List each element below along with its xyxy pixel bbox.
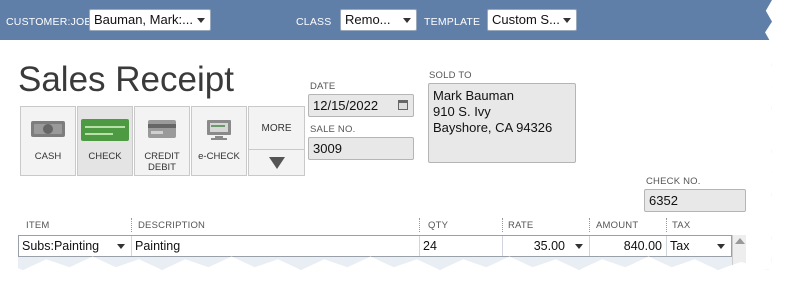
payment-echeck-button[interactable]: e-CHECK [191, 106, 247, 176]
more-label: MORE [261, 123, 292, 134]
triangle-down-icon[interactable] [269, 157, 285, 169]
credit-label: CREDIT [144, 151, 180, 162]
sold-to-line-2: 910 S. Ivy [433, 104, 491, 119]
customer-job-label: CUSTOMER:JOB [6, 16, 92, 28]
scroll-up-icon[interactable] [735, 238, 745, 244]
check-label: CHECK [88, 151, 122, 162]
chevron-down-icon[interactable] [117, 244, 125, 249]
column-header-amount[interactable]: AMOUNT [596, 220, 638, 231]
date-label: DATE [310, 81, 336, 92]
sold-to-field[interactable]: Mark Bauman 910 S. Ivy Bayshore, CA 9432… [428, 83, 576, 163]
amount-value: 840.00 [623, 239, 662, 253]
more-payment-methods-button[interactable]: MORE [248, 106, 305, 176]
date-field[interactable]: 12/15/2022 [308, 94, 414, 117]
check-no-field[interactable]: 6352 [644, 189, 746, 212]
sold-to-label: SOLD TO [429, 70, 472, 81]
template-label: TEMPLATE [424, 16, 481, 28]
class-dropdown[interactable]: Remo... [340, 9, 417, 31]
cash-label: CASH [34, 151, 62, 162]
item-cell[interactable]: Subs:Painting [19, 236, 132, 256]
column-separator [589, 218, 591, 232]
class-label: CLASS [296, 16, 332, 28]
description-value: Painting [135, 239, 181, 253]
sale-no-field[interactable]: 3009 [308, 137, 414, 160]
tax-cell[interactable]: Tax [667, 236, 731, 256]
echeck-icon [205, 119, 233, 144]
echeck-label: e-CHECK [198, 151, 240, 162]
column-header-rate[interactable]: RATE [508, 220, 533, 231]
chevron-down-icon [563, 18, 571, 23]
page-title: Sales Receipt [18, 60, 234, 99]
sale-no-label: SALE NO. [310, 124, 356, 135]
rate-value: 35.00 [533, 239, 565, 253]
calendar-icon[interactable] [398, 100, 408, 110]
debit-label: DEBIT [148, 162, 176, 173]
vertical-scrollbar[interactable] [732, 235, 746, 270]
payment-check-button[interactable]: CHECK [77, 106, 133, 176]
customer-job-value: Bauman, Mark:... [94, 12, 193, 27]
template-dropdown[interactable]: Custom S... [487, 9, 577, 31]
column-separator [419, 218, 421, 232]
template-value: Custom S... [492, 12, 560, 27]
payment-credit-debit-button[interactable]: CREDIT DEBIT [134, 106, 190, 176]
column-separator [666, 218, 668, 232]
amount-cell[interactable]: 840.00 [590, 236, 667, 256]
more-divider [249, 149, 304, 150]
check-icon [81, 119, 129, 144]
qty-cell[interactable]: 24 [420, 236, 503, 256]
column-header-description[interactable]: DESCRIPTION [138, 220, 205, 231]
qty-value: 24 [423, 239, 437, 253]
header-bar: CUSTOMER:JOB Bauman, Mark:... CLASS Remo… [0, 0, 772, 40]
table-row[interactable]: Subs:Painting Painting 24 35.00 840.00 T… [18, 235, 732, 257]
line-items-header: ITEM DESCRIPTION QTY RATE AMOUNT TAX [18, 218, 754, 232]
cash-icon [30, 119, 66, 142]
column-header-item[interactable]: ITEM [26, 220, 50, 231]
item-value: Subs:Painting [22, 239, 100, 253]
column-header-tax[interactable]: TAX [672, 220, 690, 231]
payment-cash-button[interactable]: CASH [20, 106, 76, 176]
date-value: 12/15/2022 [313, 98, 379, 113]
class-value: Remo... [345, 12, 391, 27]
rate-cell[interactable]: 35.00 [503, 236, 590, 256]
sold-to-line-3: Bayshore, CA 94326 [433, 120, 553, 135]
sale-no-value: 3009 [313, 141, 342, 156]
table-row-empty[interactable] [18, 257, 732, 270]
tax-value: Tax [670, 239, 690, 253]
customer-job-dropdown[interactable]: Bauman, Mark:... [89, 9, 211, 31]
sales-receipt-window: CUSTOMER:JOB Bauman, Mark:... CLASS Remo… [0, 0, 772, 270]
description-cell[interactable]: Painting [132, 236, 420, 256]
chevron-down-icon [197, 18, 205, 23]
chevron-down-icon[interactable] [717, 244, 725, 249]
column-header-qty[interactable]: QTY [428, 220, 448, 231]
sold-to-line-1: Mark Bauman [433, 88, 514, 103]
credit-card-icon [147, 119, 177, 142]
column-separator [502, 218, 504, 232]
check-no-value: 6352 [649, 193, 678, 208]
check-no-label: CHECK NO. [646, 176, 701, 187]
chevron-down-icon[interactable] [575, 244, 583, 249]
credit-debit-label: CREDIT DEBIT [135, 151, 189, 173]
column-separator [131, 218, 133, 232]
chevron-down-icon [403, 18, 411, 23]
